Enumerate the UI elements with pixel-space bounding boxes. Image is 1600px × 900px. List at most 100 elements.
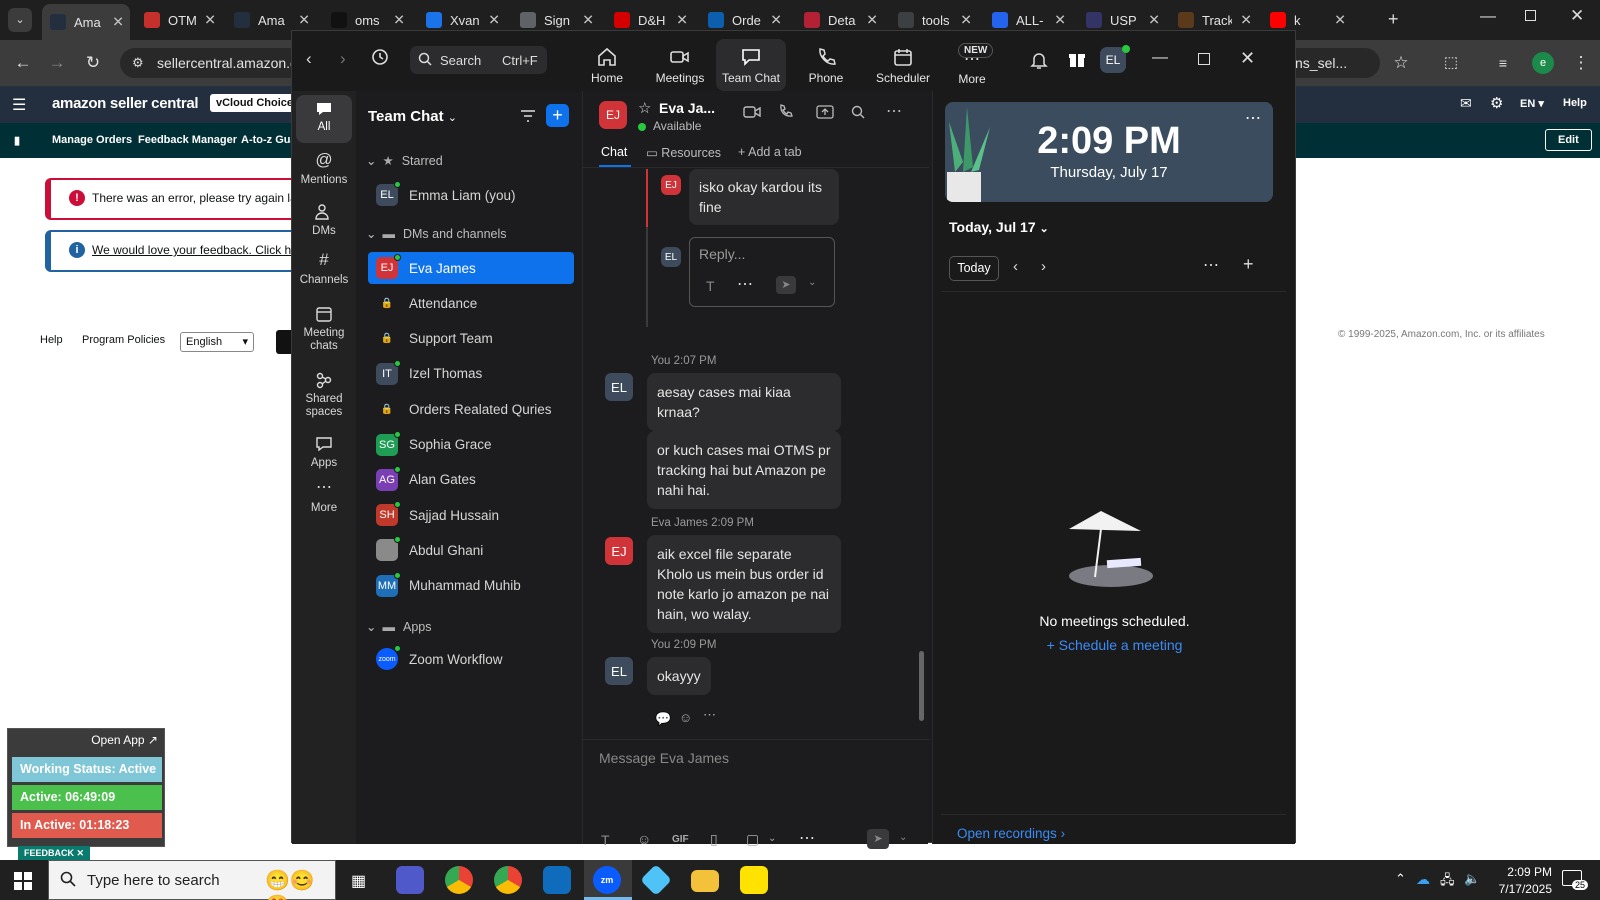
chat-list-item[interactable]: SG Sophia Grace [368, 429, 574, 461]
tab-scheduler[interactable]: Scheduler [864, 45, 942, 89]
notifications-bell-icon[interactable] [1030, 50, 1048, 70]
close-tab-icon[interactable]: ✕ [582, 12, 594, 29]
thread-message-bubble[interactable]: isko okay kardou its fine [689, 169, 839, 225]
gif-button[interactable]: GIF [672, 834, 689, 845]
file-explorer-app-icon[interactable] [691, 870, 719, 892]
rail-apps[interactable]: Apps [296, 435, 352, 470]
tab-team-chat[interactable]: Team Chat [716, 39, 786, 91]
zoom-minimize-icon[interactable]: — [1152, 49, 1168, 67]
send-options-icon[interactable]: ⌄ [899, 832, 907, 843]
reply-more-icon[interactable]: ⋯ [737, 274, 753, 294]
favorite-star-icon[interactable]: ☆ [638, 99, 651, 117]
message-bubble[interactable]: okayyy [647, 657, 711, 695]
close-tab-icon[interactable]: ✕ [393, 12, 405, 29]
apps-section-header[interactable]: ⌄ ▬ Apps [366, 619, 431, 635]
prev-day-icon[interactable]: ‹ [1013, 258, 1018, 275]
nav-feedback-manager[interactable]: Feedback Manager [138, 134, 237, 146]
day-selector[interactable]: Today, Jul 17 ⌄ [949, 219, 1049, 235]
scrollbar-thumb[interactable] [919, 651, 924, 721]
close-tab-icon[interactable]: ✕ [488, 12, 500, 29]
video-call-icon[interactable] [743, 105, 761, 119]
close-tab-icon[interactable]: ✕ [112, 14, 124, 31]
rail-channels[interactable]: # Channels [296, 251, 352, 287]
close-tab-icon[interactable]: ✕ [676, 12, 688, 29]
rail-mentions[interactable]: @ Mentions [296, 151, 352, 187]
tab-add[interactable]: + Add a tab [738, 145, 802, 159]
rail-shared-spaces[interactable]: Shared spaces [296, 371, 352, 419]
screenshot-icon[interactable]: ▢ [746, 831, 759, 848]
close-tab-icon[interactable]: ✕ [1240, 12, 1252, 29]
text-format-icon[interactable]: T [706, 278, 715, 294]
chat-list-item[interactable]: IT Izel Thomas [368, 358, 574, 390]
zoom-forward-icon[interactable]: › [340, 49, 346, 69]
media-control-icon[interactable]: ≡ [1492, 52, 1514, 74]
network-icon[interactable]: 🖧 [1440, 871, 1455, 893]
outlook-app-icon[interactable] [543, 866, 571, 894]
chat-list-item[interactable]: EL Emma Liam (you) [368, 179, 574, 211]
zoom-back-icon[interactable]: ‹ [306, 49, 312, 69]
taskbar-search-box[interactable]: Type here to search 😁😊😍 [48, 860, 336, 900]
tab-phone[interactable]: Phone [794, 45, 858, 89]
windows-start-icon[interactable] [14, 872, 32, 890]
chat-list-item[interactable]: 🔒 Support Team [368, 323, 574, 355]
close-browser-icon[interactable]: ✕ [1570, 6, 1584, 26]
rail-all[interactable]: All [296, 95, 352, 143]
profile-avatar[interactable]: e [1532, 52, 1554, 74]
open-recordings-link[interactable]: Open recordings › [957, 826, 1065, 841]
browser-tab[interactable]: Ama ✕ [42, 4, 130, 40]
settings-gear-icon[interactable]: ⚙ [1490, 94, 1503, 112]
chat-more-icon[interactable]: ⋯ [886, 101, 902, 121]
site-info-icon[interactable]: ⚙ [132, 55, 144, 71]
chat-search-icon[interactable] [850, 104, 866, 120]
vscode-app-icon[interactable] [640, 864, 672, 896]
footer-help-link[interactable]: Help [40, 334, 63, 346]
tab-meetings[interactable]: Meetings [648, 45, 712, 89]
close-tab-icon[interactable]: ✕ [960, 12, 972, 29]
footer-policies-link[interactable]: Program Policies [82, 334, 165, 346]
new-tab-button[interactable]: + [1388, 9, 1399, 30]
amazon-logo[interactable]: amazon seller central [52, 95, 199, 112]
back-icon[interactable]: ← [12, 52, 34, 74]
filter-icon[interactable] [519, 108, 537, 124]
taskbar-time[interactable]: 2:09 PM [1492, 865, 1552, 879]
today-button[interactable]: Today [949, 256, 999, 281]
new-chat-button[interactable]: + [546, 104, 569, 127]
composer-more-icon[interactable]: ⋯ [799, 828, 815, 848]
hamburger-menu-icon[interactable]: ☰ [12, 95, 26, 115]
nav-a-to-z[interactable]: A-to-z Gua [241, 134, 297, 146]
gift-icon[interactable] [1067, 49, 1087, 69]
reload-icon[interactable]: ↻ [82, 52, 104, 74]
calendar-more-icon[interactable]: ⋯ [1203, 255, 1219, 275]
feedback-link[interactable]: We would love your feedback. Click here [92, 243, 309, 257]
sticky-notes-app-icon[interactable] [740, 866, 768, 894]
chat-list-item[interactable]: 🔒 Attendance [368, 287, 574, 319]
history-icon[interactable] [370, 47, 390, 67]
reply-box[interactable]: Reply... T ⋯ ➤ ⌄ [689, 237, 835, 307]
add-meeting-icon[interactable]: + [1243, 254, 1254, 275]
reply-send-options-icon[interactable]: ⌄ [808, 277, 816, 288]
chat-list-item[interactable]: Abdul Ghani [368, 534, 574, 566]
reply-thread-icon[interactable]: 💬 [655, 711, 671, 727]
rail-more[interactable]: ⋯ More [296, 480, 352, 515]
chat-list-item[interactable]: MM Muhammad Muhib [368, 570, 574, 602]
share-screen-icon[interactable] [816, 104, 834, 120]
chat-list-item[interactable]: zoom Zoom Workflow [368, 643, 574, 675]
help-link[interactable]: Help [1563, 97, 1587, 109]
zoom-close-icon[interactable]: ✕ [1240, 48, 1255, 69]
contact-avatar[interactable]: EJ [599, 101, 627, 129]
store-selector[interactable]: vCloud Choice [210, 94, 300, 112]
tab-chat[interactable]: Chat [601, 145, 627, 159]
extensions-icon[interactable]: ⬚ [1440, 52, 1462, 74]
tab-home[interactable]: Home [575, 45, 639, 89]
volume-icon[interactable]: 🔈 [1464, 871, 1480, 887]
chrome-app-icon[interactable] [445, 866, 473, 894]
close-tab-icon[interactable]: ✕ [1148, 12, 1160, 29]
edit-nav-button[interactable]: Edit [1545, 129, 1592, 151]
zoom-app-icon[interactable]: zm [593, 866, 621, 894]
reply-send-icon[interactable]: ➤ [776, 276, 796, 294]
chat-list-item[interactable]: SH Sajjad Hussain [368, 499, 574, 531]
thread-avatar[interactable]: EJ [661, 175, 681, 195]
send-button[interactable]: ➤ [867, 829, 889, 849]
open-app-button[interactable]: Open App ↗ [91, 733, 158, 747]
tray-overflow-icon[interactable]: ⌃ [1395, 871, 1406, 887]
